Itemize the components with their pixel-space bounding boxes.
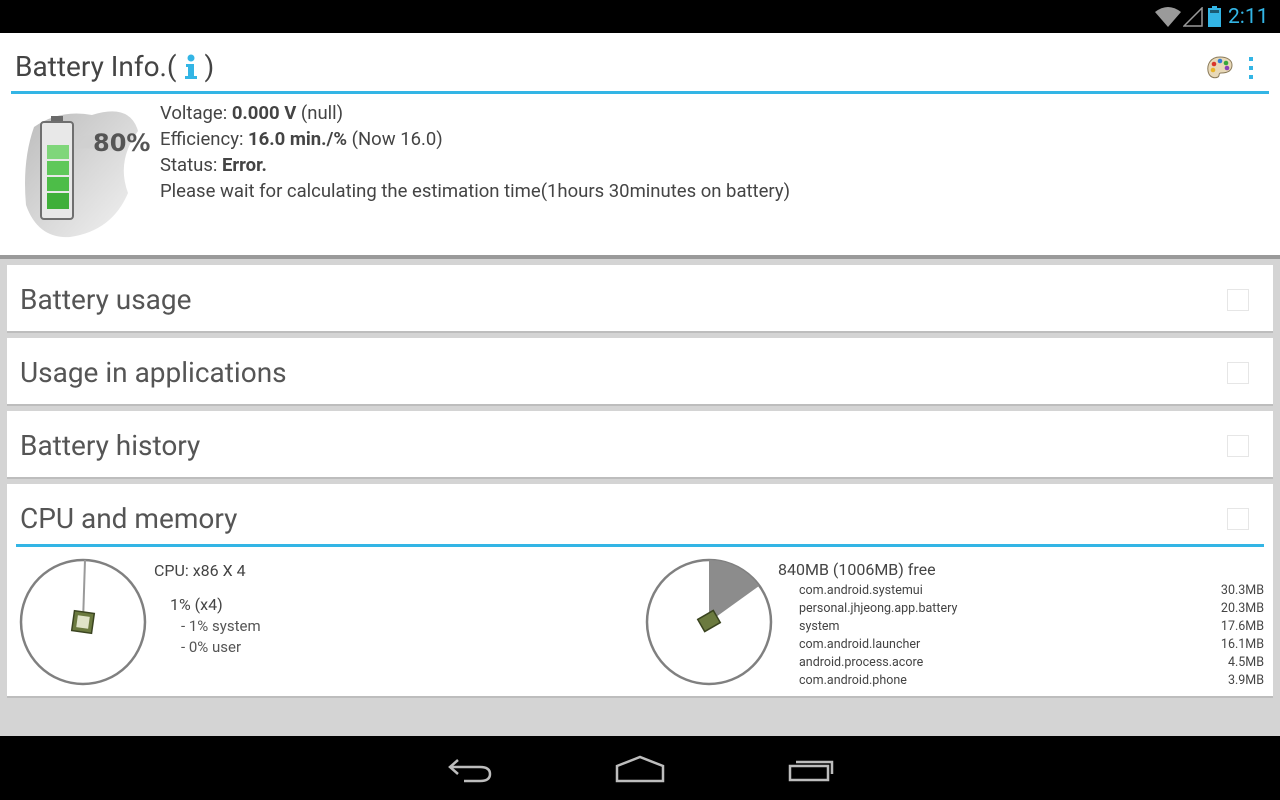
process-row: system 17.6MB — [799, 619, 1264, 634]
section-checkbox[interactable] — [1227, 362, 1249, 384]
app-title: Battery Info.( ) — [15, 50, 214, 83]
process-size: 17.6MB — [1220, 619, 1264, 634]
overflow-menu-icon[interactable] — [1244, 55, 1258, 81]
process-row: com.android.launcher 16.1MB — [799, 637, 1264, 652]
header-panel: Battery Info.( ) 80% Voltage: 0.000 V (n… — [0, 33, 1280, 255]
battery-percent: 80% — [93, 129, 151, 157]
process-row: android.process.acore 4.5MB — [799, 655, 1264, 670]
process-name: com.android.launcher — [799, 637, 921, 652]
back-icon[interactable] — [444, 754, 496, 784]
section-title: CPU and memory — [20, 502, 238, 535]
voltage-value: 0.000 V — [231, 102, 297, 124]
section-checkbox[interactable] — [1227, 508, 1249, 530]
section-cpu-and-memory[interactable]: CPU and memory CPU: x86 X 4 1% (x4) - 1%… — [7, 484, 1273, 698]
process-row: personal.jhjeong.app.battery 20.3MB — [799, 601, 1264, 616]
cpu-underline — [16, 544, 1264, 547]
cpu-usage: 1% (x4) — [170, 595, 223, 614]
cpu-chip-icon — [70, 609, 96, 635]
home-icon[interactable] — [612, 754, 668, 784]
process-name: com.android.systemui — [799, 583, 923, 598]
section-checkbox[interactable] — [1227, 435, 1249, 457]
title-underline — [11, 91, 1269, 94]
process-row: com.android.phone 3.9MB — [799, 673, 1264, 688]
info-icon[interactable] — [180, 53, 202, 81]
section-title: Battery usage — [20, 283, 192, 316]
voltage-label: Voltage: — [160, 102, 228, 124]
cpu-system: - 1% system — [181, 617, 261, 635]
efficiency-label: Efficiency: — [160, 128, 244, 150]
process-size: 30.3MB — [1220, 583, 1264, 598]
process-name: personal.jhjeong.app.battery — [799, 601, 958, 616]
efficiency-value: 16.0 min./% — [248, 128, 348, 150]
voltage-line: Voltage: 0.000 V (null) — [160, 100, 790, 126]
process-name: system — [799, 619, 840, 634]
battery-graphic — [25, 111, 138, 238]
section-usage-in-applications[interactable]: Usage in applications — [7, 338, 1273, 406]
process-size: 3.9MB — [1227, 673, 1264, 688]
clock: 2:11 — [1228, 5, 1269, 29]
section-battery-history[interactable]: Battery history — [7, 411, 1273, 479]
app-title-suffix: ) — [204, 50, 215, 83]
status-value: Error. — [221, 154, 267, 176]
status-line: Status: Error. — [160, 152, 790, 178]
process-size: 20.3MB — [1220, 601, 1264, 616]
section-title: Usage in applications — [20, 356, 287, 389]
wifi-icon — [1155, 7, 1181, 27]
process-size: 16.1MB — [1220, 637, 1264, 652]
voltage-extra: (null) — [300, 102, 344, 124]
navigation-bar — [0, 736, 1280, 800]
efficiency-line: Efficiency: 16.0 min./% (Now 16.0) — [160, 126, 790, 152]
battery-info-lines: Voltage: 0.000 V (null) Efficiency: 16.0… — [160, 100, 790, 204]
signal-icon — [1183, 7, 1203, 27]
section-title: Battery history — [20, 429, 201, 462]
status-label: Status: — [160, 154, 218, 176]
process-size: 4.5MB — [1227, 655, 1264, 670]
recents-icon[interactable] — [786, 754, 838, 784]
cpu-user: - 0% user — [181, 638, 242, 656]
status-bar: 2:11 — [0, 0, 1280, 33]
cpu-label: CPU: x86 X 4 — [154, 561, 246, 580]
palette-icon[interactable] — [1206, 55, 1234, 81]
battery-status-icon — [1208, 6, 1221, 27]
header-divider — [0, 255, 1280, 259]
section-checkbox[interactable] — [1227, 289, 1249, 311]
app-title-prefix: Battery Info.( — [15, 50, 177, 83]
process-name: com.android.phone — [799, 673, 907, 688]
section-battery-usage[interactable]: Battery usage — [7, 265, 1273, 333]
memory-summary: 840MB (1006MB) free — [778, 560, 936, 579]
process-row: com.android.systemui 30.3MB — [799, 583, 1264, 598]
efficiency-extra: (Now 16.0) — [351, 128, 443, 150]
estimate-line: Please wait for calculating the estimati… — [160, 180, 791, 202]
cpu-gauge — [19, 558, 147, 686]
memory-gauge — [645, 558, 773, 686]
process-name: android.process.acore — [799, 655, 924, 670]
